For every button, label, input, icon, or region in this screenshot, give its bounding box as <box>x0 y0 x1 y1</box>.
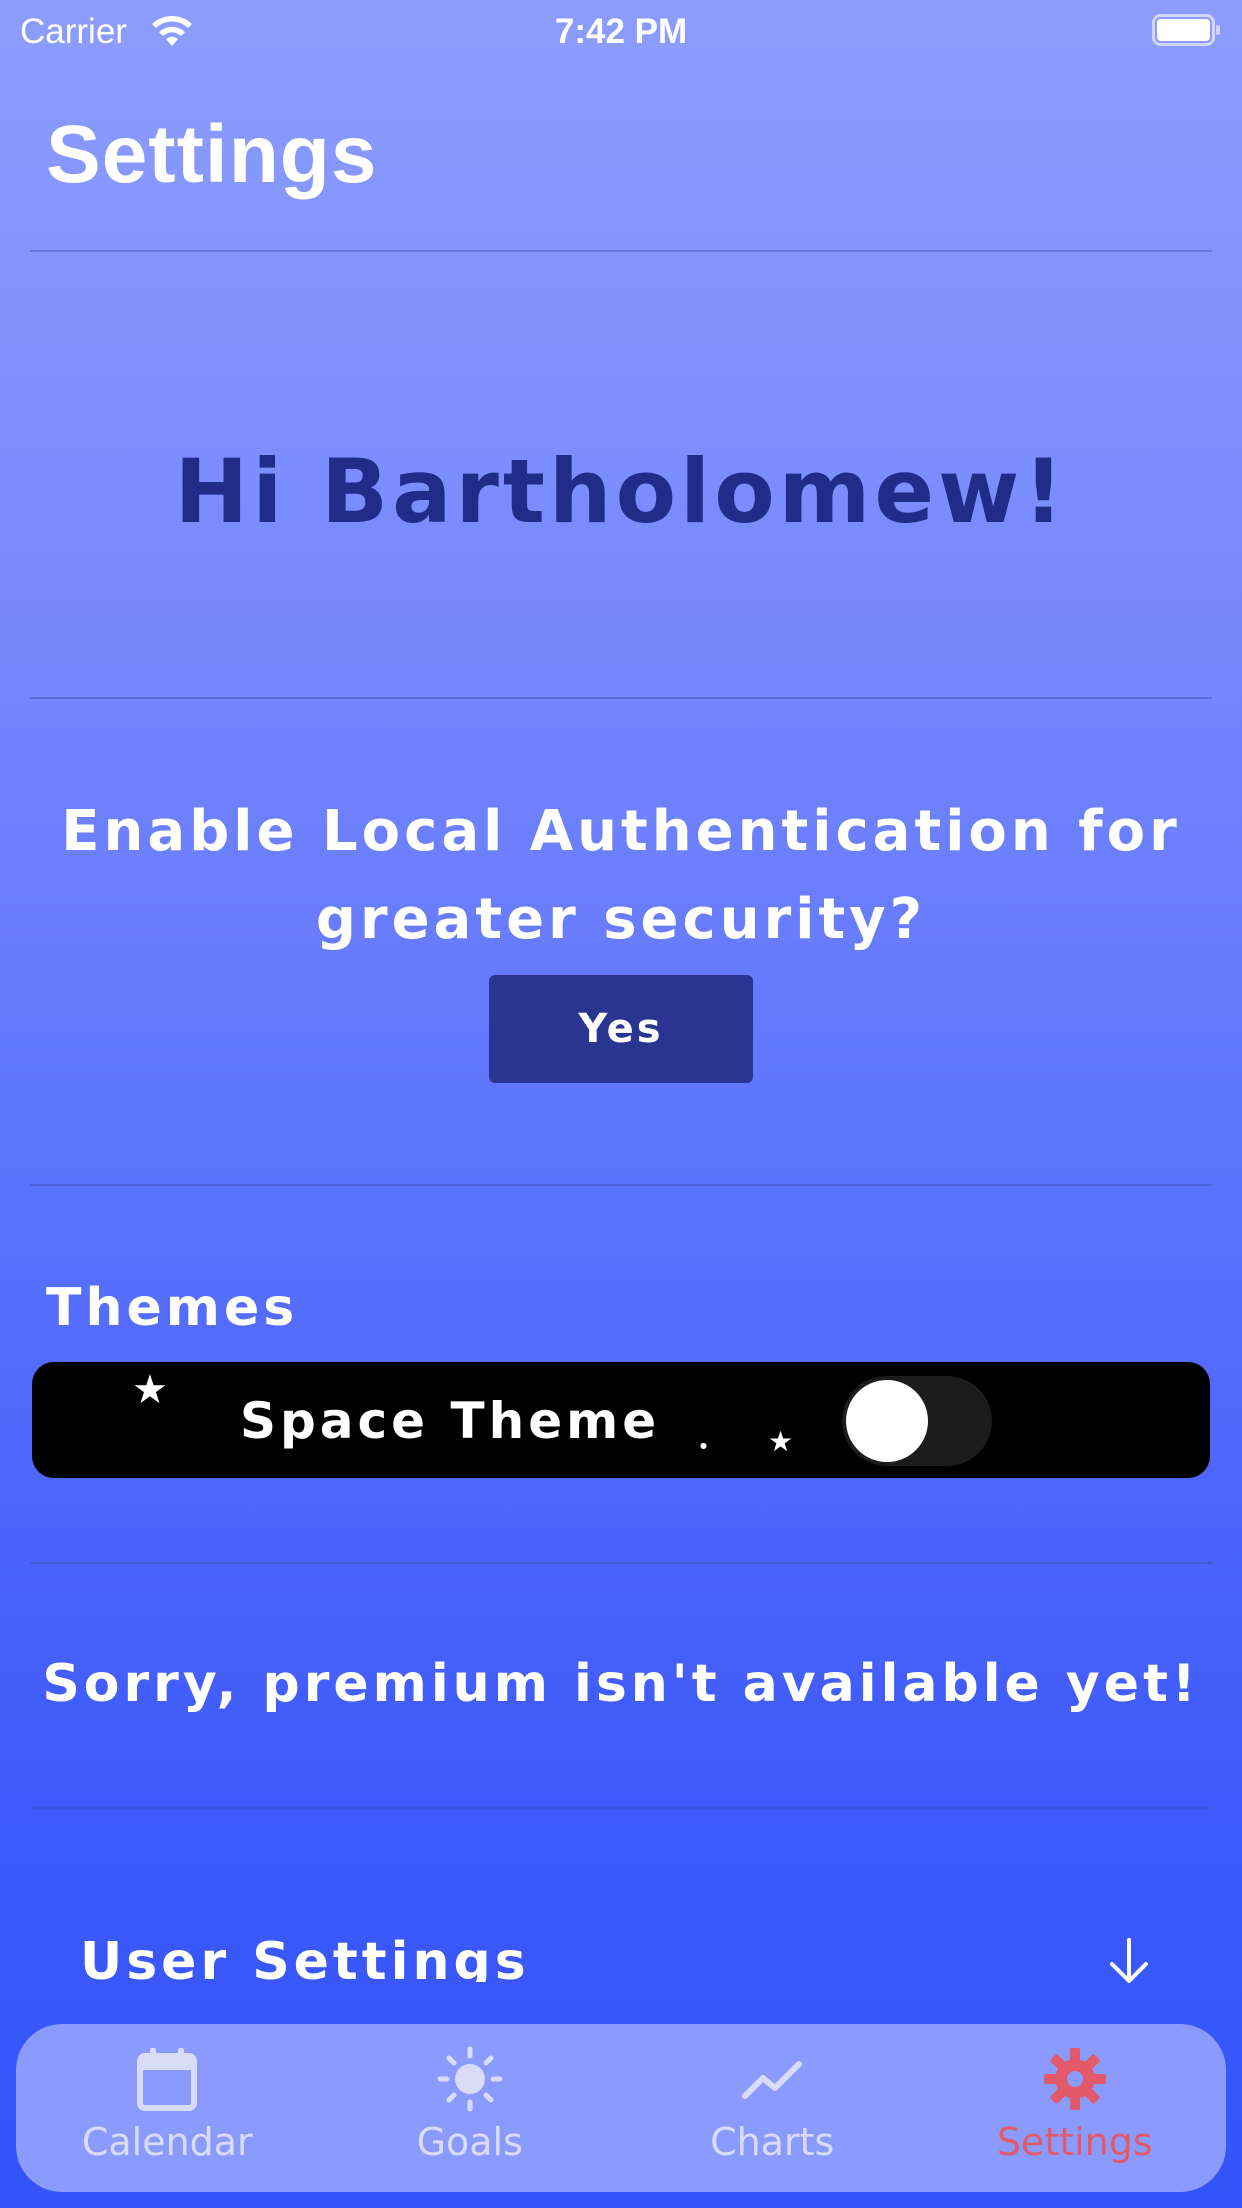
chart-line-icon <box>742 2061 803 2099</box>
divider <box>30 250 1212 252</box>
space-theme-card: ★ ★ ● Space Theme <box>32 1362 1210 1478</box>
gear-icon <box>1043 2048 1106 2110</box>
divider <box>30 1562 1212 1564</box>
space-theme-toggle[interactable] <box>842 1376 992 1466</box>
tab-goals[interactable]: Goals <box>319 2024 622 2192</box>
page-title: Settings <box>46 109 378 200</box>
tab-bar: Calendar Goals Charts Settings <box>16 2024 1226 2192</box>
star-icon: ● <box>700 1441 707 1450</box>
space-theme-label: Space Theme <box>240 1392 661 1450</box>
arrow-down-icon[interactable] <box>1104 1936 1154 1986</box>
enable-auth-yes-button[interactable]: Yes <box>489 975 753 1083</box>
status-time: 7:42 PM <box>554 12 688 51</box>
user-settings-header[interactable]: User Settings <box>80 1932 530 1982</box>
tab-charts[interactable]: Charts <box>621 2024 924 2192</box>
status-bar: Carrier 7:42 PM <box>0 0 1242 62</box>
tab-calendar[interactable]: Calendar <box>16 2024 319 2192</box>
sun-icon <box>437 2046 503 2112</box>
tab-settings[interactable]: Settings <box>924 2024 1227 2192</box>
local-auth-prompt: Enable Local Authentication for greater … <box>61 799 1181 952</box>
tab-label: Goals <box>416 2120 523 2164</box>
battery-icon <box>1152 14 1220 46</box>
greeting-text: Hi Bartholomew! <box>174 440 1068 543</box>
themes-heading: Themes <box>46 1278 299 1338</box>
star-icon: ★ <box>132 1367 168 1413</box>
divider <box>30 1807 1212 1809</box>
toggle-knob <box>846 1380 928 1462</box>
divider <box>30 1184 1212 1186</box>
tab-label: Calendar <box>81 2120 253 2164</box>
premium-message: Sorry, premium isn't available yet! <box>42 1654 1200 1714</box>
divider <box>30 697 1212 699</box>
calendar-icon <box>137 2048 198 2111</box>
tab-label: Settings <box>996 2120 1153 2164</box>
tab-label: Charts <box>710 2120 835 2164</box>
star-icon: ★ <box>768 1425 794 1458</box>
